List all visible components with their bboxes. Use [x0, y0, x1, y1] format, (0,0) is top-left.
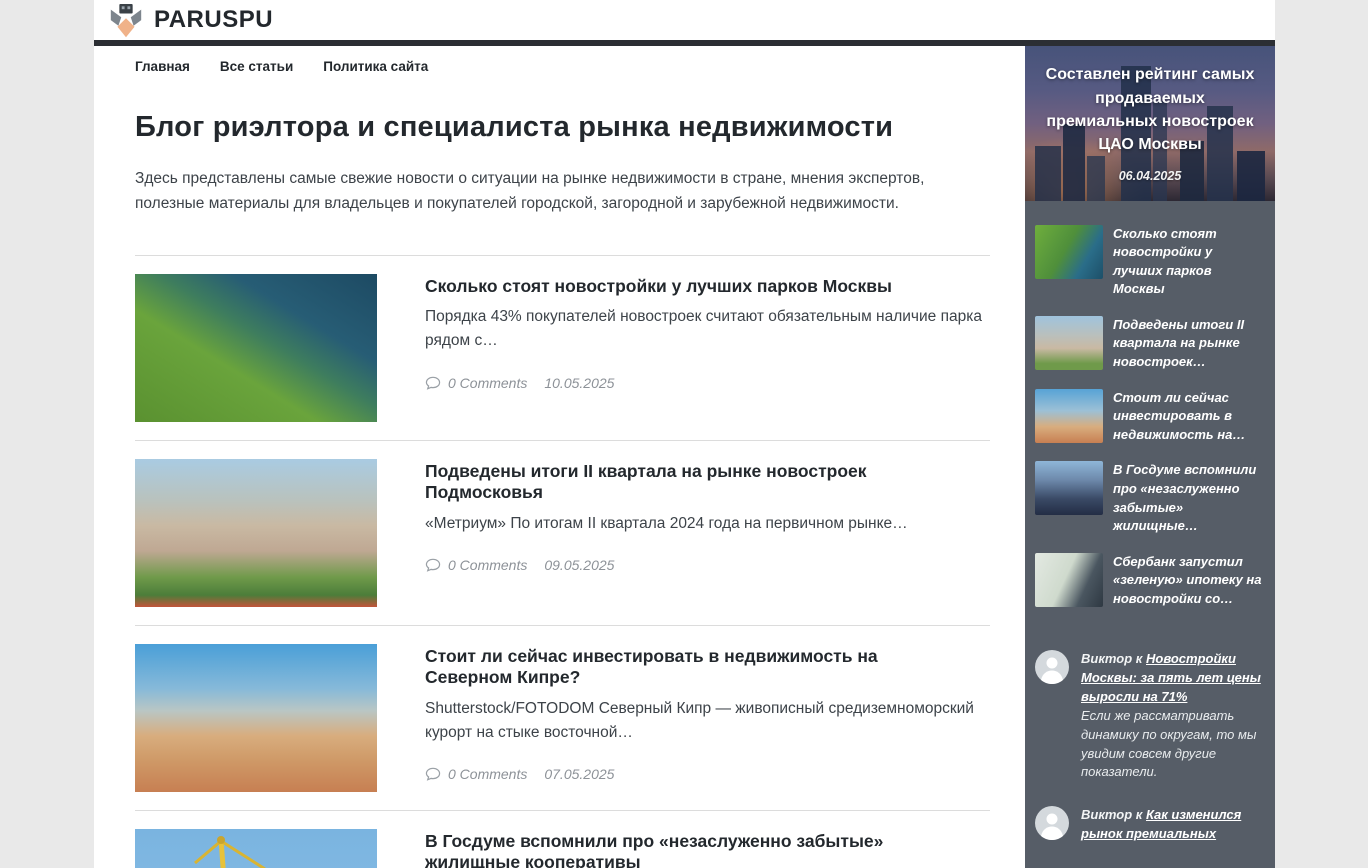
recent-post-title[interactable]: Сбербанк запустил «зеленую» ипотеку на н…	[1113, 553, 1263, 609]
recent-post-item[interactable]: В Госдуме вспомнили про «незаслуженно за…	[1035, 461, 1263, 535]
comment-author: Виктор	[1081, 807, 1133, 823]
crane-graphic	[194, 835, 266, 868]
comment-item: Виктор к Как изменился рынок премиальных	[1035, 806, 1263, 844]
site-logo-icon[interactable]	[107, 3, 145, 41]
recent-post-thumbnail-buildings	[1035, 315, 1103, 370]
article-item: Подведены итоги II квартала на рынке нов…	[135, 441, 990, 626]
recent-post-thumbnail-sberbank	[1035, 552, 1103, 607]
recent-comments-widget: Виктор к Новостройки Москвы: за пять лет…	[1035, 650, 1263, 844]
comment-item: Виктор к Новостройки Москвы: за пять лет…	[1035, 650, 1263, 782]
comment-connector: к	[1132, 807, 1146, 823]
article-thumbnail-cyprus[interactable]	[135, 643, 377, 792]
article-excerpt: Порядка 43% покупателей новостроек счита…	[425, 308, 982, 350]
nav-item-all-articles[interactable]: Все статьи	[220, 59, 293, 74]
article-title[interactable]: Подведены итоги II квартала на рынке нов…	[425, 461, 945, 505]
article-meta: 0 Comments 09.05.2025	[425, 557, 990, 573]
comments-count[interactable]: 0 Comments	[448, 766, 527, 782]
article-item: В Госдуме вспомнили про «незаслуженно за…	[135, 811, 990, 868]
sidebar-body: Сколько стоят новостройки у лучших парко…	[1025, 200, 1275, 868]
page-title: Блог риэлтора и специалиста рынка недвиж…	[135, 111, 894, 143]
article-title[interactable]: Стоит ли сейчас инвестировать в недвижим…	[425, 646, 955, 690]
avatar-icon	[1035, 650, 1069, 685]
nav-item-site-policy[interactable]: Политика сайта	[323, 59, 428, 74]
comment-author: Виктор	[1081, 651, 1133, 667]
comment-bubble-icon	[425, 768, 441, 782]
banner-date: 06.04.2025	[1118, 169, 1182, 184]
comment-text: Если же рассматривать динамику по округа…	[1081, 707, 1257, 780]
recent-post-item[interactable]: Стоит ли сейчас инвестировать в недвижим…	[1035, 388, 1263, 445]
article-date: 07.05.2025	[544, 766, 615, 783]
comments-count[interactable]: 0 Comments	[448, 557, 527, 573]
nav-item-home[interactable]: Главная	[135, 59, 190, 74]
article-meta: 0 Comments 10.05.2025	[425, 375, 990, 391]
site-header: PARUSPU	[94, 0, 1275, 40]
recent-post-title[interactable]: Сколько стоят новостройки у лучших парко…	[1113, 225, 1263, 299]
recent-post-title[interactable]: В Госдуме вспомнили про «незаслуженно за…	[1113, 461, 1263, 535]
recent-post-title[interactable]: Стоит ли сейчас инвестировать в недвижим…	[1113, 389, 1263, 445]
article-title[interactable]: В Госдуме вспомнили про «незаслуженно за…	[425, 831, 945, 868]
comment-bubble-icon	[425, 559, 441, 573]
avatar-icon	[1035, 806, 1069, 841]
page-container: PARUSPU Главная Все статьи Политика сайт…	[94, 0, 1275, 868]
recent-posts-widget: Сколько стоят новостройки у лучших парко…	[1035, 224, 1263, 609]
sidebar-banner[interactable]: Составлен рейтинг самых продаваемых прем…	[1025, 46, 1275, 201]
article-item: Стоит ли сейчас инвестировать в недвижим…	[135, 626, 990, 811]
brand-name[interactable]: PARUSPU	[154, 6, 273, 34]
comment-connector: к	[1132, 651, 1146, 667]
comment-bubble-icon	[425, 376, 441, 390]
main-nav: Главная Все статьи Политика сайта	[135, 59, 990, 74]
main-content: Главная Все статьи Политика сайта Блог р…	[94, 46, 1025, 868]
page-intro: Здесь представлены самые свежие новости …	[135, 170, 925, 212]
recent-post-thumbnail-park	[1035, 224, 1103, 279]
article-thumbnail-buildings[interactable]	[135, 458, 377, 607]
page-background: { "page": { "bg": "#e9e9e9", "header_bar…	[0, 0, 1368, 868]
article-thumbnail-park[interactable]	[135, 273, 377, 422]
article-item: Сколько стоят новостройки у лучших парко…	[135, 256, 990, 441]
article-meta: 0 Comments 07.05.2025	[425, 766, 990, 782]
recent-post-item[interactable]: Сколько стоят новостройки у лучших парко…	[1035, 224, 1263, 299]
recent-post-thumbnail-cyprus	[1035, 388, 1103, 443]
article-title[interactable]: Сколько стоят новостройки у лучших парко…	[425, 276, 990, 298]
recent-post-thumbnail-duma	[1035, 461, 1103, 516]
article-date: 09.05.2025	[544, 557, 615, 574]
comments-count[interactable]: 0 Comments	[448, 375, 527, 391]
banner-title[interactable]: Составлен рейтинг самых продаваемых прем…	[1045, 63, 1255, 156]
article-excerpt: Shutterstock/FOTODOM Северный Кипр — жив…	[425, 700, 974, 742]
recent-post-item[interactable]: Сбербанк запустил «зеленую» ипотеку на н…	[1035, 552, 1263, 609]
recent-post-item[interactable]: Подведены итоги II квартала на рынке нов…	[1035, 315, 1263, 372]
article-excerpt: «Метриум» По итогам II квартала 2024 год…	[425, 515, 908, 533]
recent-post-title[interactable]: Подведены итоги II квартала на рынке нов…	[1113, 316, 1263, 372]
sidebar: Составлен рейтинг самых продаваемых прем…	[1025, 46, 1275, 868]
article-thumbnail-crane[interactable]	[135, 828, 377, 868]
article-date: 10.05.2025	[544, 374, 615, 391]
